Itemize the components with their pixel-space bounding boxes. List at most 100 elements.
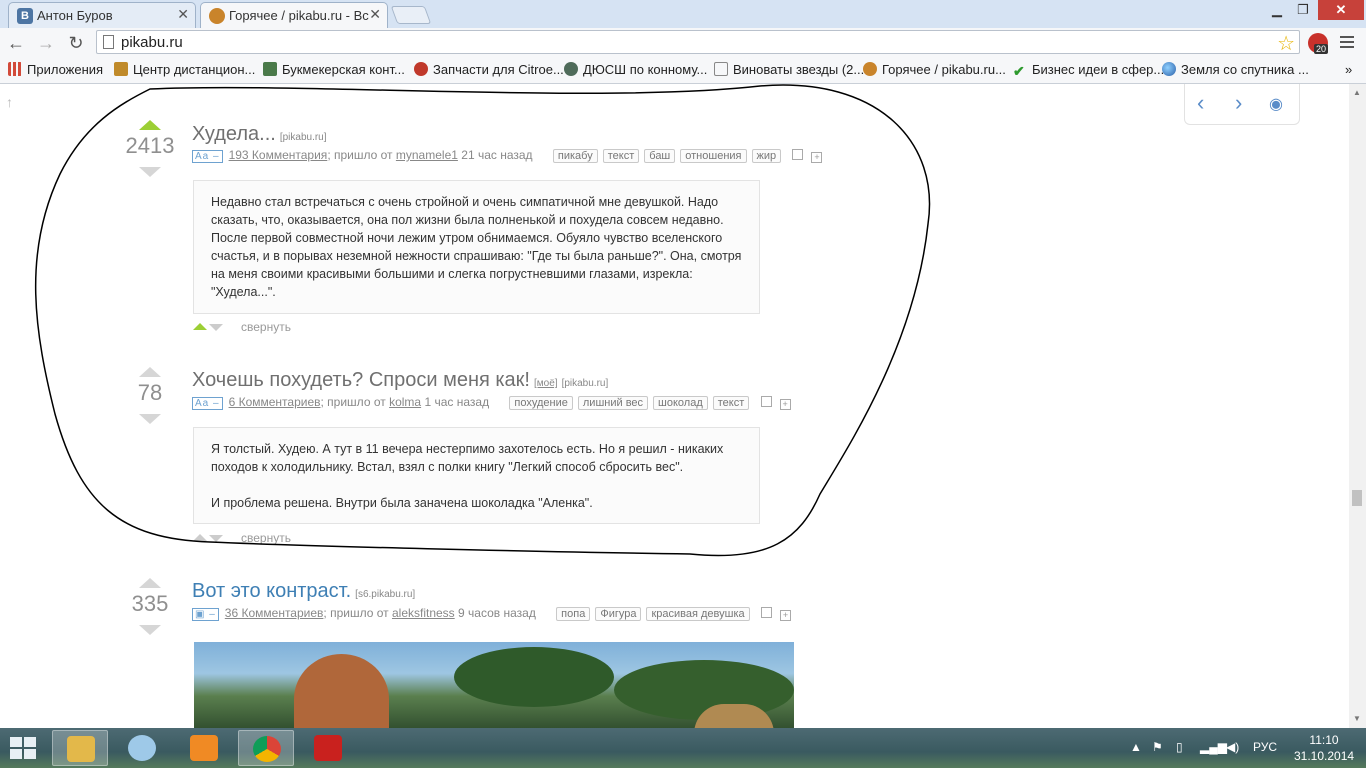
hide-viewed-icon[interactable]: ◉ <box>1269 94 1283 114</box>
bookmark-item[interactable]: ✔ Бизнес идеи в сфер... <box>1013 62 1164 78</box>
back-button[interactable]: ← <box>4 32 28 54</box>
bookmark-item[interactable]: Центр дистанцион... <box>114 62 255 77</box>
downvote-icon[interactable] <box>139 167 161 177</box>
upvote-icon[interactable] <box>193 534 207 541</box>
post-meta: Aa –6 Комментариев; пришло от kolma 1 ча… <box>192 395 791 410</box>
taskbar-app[interactable] <box>176 730 232 766</box>
bookmark-item[interactable]: Земля со спутника ... <box>1162 62 1309 77</box>
ie-icon <box>128 735 156 761</box>
text-post-badge[interactable]: Aa – <box>192 150 223 163</box>
star-icon[interactable]: ☆ <box>1277 31 1295 56</box>
scroll-top-icon[interactable]: ↑ <box>6 94 13 110</box>
tab-vk[interactable]: B Антон Буров ✕ <box>8 2 196 28</box>
bookmarks-bar: Приложения Центр дистанцион... Букмекерс… <box>0 58 1366 84</box>
author-link[interactable]: aleksfitness <box>392 606 455 620</box>
taskbar-acrobat[interactable] <box>300 730 356 766</box>
bookmark-item[interactable]: Горячее / pikabu.ru... <box>863 62 1006 77</box>
site-icon <box>263 62 277 76</box>
collapse-link[interactable]: свернуть <box>241 531 291 545</box>
page-scrollbar[interactable]: ▲ ▼ <box>1349 84 1366 728</box>
close-icon[interactable]: ✕ <box>369 6 381 23</box>
downvote-icon[interactable] <box>209 535 223 542</box>
downvote-icon[interactable] <box>209 324 223 331</box>
expand-icon[interactable]: + <box>779 399 791 410</box>
tag[interactable]: Фигура <box>595 607 642 621</box>
next-icon[interactable]: › <box>1235 90 1242 116</box>
clock[interactable]: 11:10 31.10.2014 <box>1294 732 1354 764</box>
taskbar-ie[interactable] <box>114 730 170 766</box>
site-icon <box>114 62 128 76</box>
address-bar[interactable]: pikabu.ru ☆ <box>96 30 1300 56</box>
upvote-icon[interactable] <box>139 367 161 377</box>
battery-icon[interactable]: ▯ <box>1176 740 1183 754</box>
scroll-down-icon[interactable]: ▼ <box>1353 714 1361 723</box>
start-button[interactable] <box>10 737 38 761</box>
check-icon: ✔ <box>1013 63 1025 79</box>
tag[interactable]: баш <box>644 149 676 163</box>
bookmark-item[interactable]: Букмекерская конт... <box>263 62 405 77</box>
bookmark-item[interactable]: ДЮСШ по конному... <box>564 62 707 77</box>
tag[interactable]: пикабу <box>552 149 598 163</box>
comments-link[interactable]: 193 Комментария <box>229 148 328 162</box>
menu-icon[interactable] <box>1340 36 1354 51</box>
taskbar-explorer[interactable] <box>52 730 108 766</box>
collapse-row: свернуть <box>193 531 291 545</box>
tag[interactable]: лишний вес <box>577 396 649 410</box>
upvote-icon[interactable] <box>139 578 161 588</box>
extension-badge: 20 <box>1314 44 1329 54</box>
comments-link[interactable]: 6 Комментариев <box>229 395 321 409</box>
post-title[interactable]: Вот это контраст. [s6.pikabu.ru] <box>192 580 415 603</box>
collapse-link[interactable]: свернуть <box>241 320 291 334</box>
bookmark-apps[interactable]: Приложения <box>8 62 103 77</box>
bookmark-item[interactable]: Запчасти для Citroe... <box>414 62 564 77</box>
tag[interactable]: жир <box>751 149 782 163</box>
network-icon[interactable]: ▂▄▆ <box>1200 740 1227 754</box>
save-icon[interactable] <box>792 149 804 160</box>
comments-link[interactable]: 36 Комментариев <box>225 606 324 620</box>
tag[interactable]: текст <box>602 149 640 163</box>
post-image[interactable] <box>194 642 794 728</box>
downvote-icon[interactable] <box>139 625 161 635</box>
flag-icon[interactable]: ⚑ <box>1152 740 1163 754</box>
volume-icon[interactable]: ◀) <box>1226 740 1239 754</box>
expand-icon[interactable]: + <box>780 610 791 621</box>
chrome-icon <box>253 736 281 762</box>
tag[interactable]: текст <box>712 396 750 410</box>
tag[interactable]: попа <box>556 607 591 621</box>
tag[interactable]: красивая девушка <box>646 607 750 621</box>
bookmark-item[interactable]: Виноваты звезды (2... <box>714 62 864 77</box>
minimize-button[interactable]: ▁ <box>1264 0 1290 20</box>
scrollbar-thumb[interactable] <box>1352 490 1362 506</box>
reload-button[interactable]: ↻ <box>64 32 88 54</box>
author-link[interactable]: kolma <box>389 395 421 409</box>
upvote-icon[interactable] <box>193 323 207 330</box>
tag[interactable]: похудение <box>509 396 573 410</box>
language-indicator[interactable]: РУС <box>1253 740 1277 754</box>
acrobat-icon <box>314 735 342 761</box>
site-icon <box>564 62 578 76</box>
close-window-button[interactable]: ✕ <box>1318 0 1364 20</box>
tag[interactable]: шоколад <box>653 396 708 410</box>
previous-icon[interactable]: ‹ <box>1197 90 1204 116</box>
bookmarks-overflow[interactable]: » <box>1345 62 1352 77</box>
scroll-up-icon[interactable]: ▲ <box>1353 88 1361 97</box>
taskbar-chrome[interactable] <box>238 730 294 766</box>
save-icon[interactable] <box>761 607 772 618</box>
tag[interactable]: отношения <box>680 149 747 163</box>
post-title[interactable]: Хочешь похудеть? Спроси меня как! [моё] [p… <box>192 369 608 392</box>
expand-icon[interactable]: + <box>811 152 823 163</box>
maximize-button[interactable]: ❐ <box>1290 0 1316 20</box>
text-post-badge[interactable]: Aa – <box>192 397 223 410</box>
post-title[interactable]: Худела... [pikabu.ru] <box>192 123 327 146</box>
new-tab-button[interactable] <box>390 6 432 24</box>
save-icon[interactable] <box>760 396 772 407</box>
forward-button[interactable]: → <box>34 32 58 54</box>
image-post-badge[interactable]: ▣ – <box>192 608 219 621</box>
upvote-icon[interactable] <box>139 120 161 130</box>
author-link[interactable]: mynamele1 <box>396 148 458 162</box>
time: 11:10 <box>1309 733 1339 747</box>
close-icon[interactable]: ✕ <box>177 6 189 23</box>
tab-pikabu[interactable]: Горячее / pikabu.ru - Все ✕ <box>200 2 388 28</box>
downvote-icon[interactable] <box>139 414 161 424</box>
tray-expand-icon[interactable]: ▲ <box>1130 740 1142 754</box>
